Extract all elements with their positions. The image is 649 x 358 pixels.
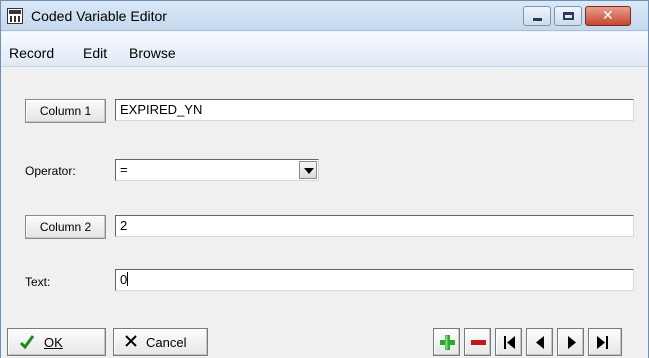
text-value: 0: [120, 272, 128, 287]
next-record-button[interactable]: [557, 328, 584, 356]
delete-record-button[interactable]: [464, 328, 491, 356]
previous-record-button[interactable]: [526, 328, 553, 356]
last-record-button[interactable]: [588, 328, 622, 356]
column2-button[interactable]: Column 2: [25, 215, 106, 239]
chevron-down-icon[interactable]: [299, 161, 317, 179]
ok-button[interactable]: OK: [7, 328, 106, 356]
maximize-button[interactable]: [554, 6, 582, 26]
title-bar[interactable]: Coded Variable Editor ✕: [1, 1, 648, 31]
text-cursor: [127, 272, 129, 286]
operator-value: =: [120, 162, 128, 177]
column1-button[interactable]: Column 1: [25, 99, 106, 123]
operator-label: Operator:: [25, 164, 76, 178]
add-record-button[interactable]: [433, 328, 460, 356]
text-label: Text:: [25, 275, 51, 289]
cancel-label: Cancel: [146, 335, 187, 350]
column2-field[interactable]: 2: [115, 215, 634, 237]
column1-field[interactable]: EXPIRED_YN: [115, 99, 634, 121]
editor-form: Column 1 EXPIRED_YN Operator: = Column 2…: [1, 68, 648, 322]
menu-edit[interactable]: Edit: [83, 45, 107, 61]
menu-browse[interactable]: Browse: [129, 45, 176, 61]
cancel-x-icon: [125, 335, 137, 347]
coded-variable-editor-window: Coded Variable Editor ✕ Record Edit Brow…: [0, 0, 649, 358]
ok-label: OK: [44, 335, 63, 350]
first-record-button[interactable]: [495, 328, 522, 356]
maximize-icon: [563, 12, 574, 20]
window-title: Coded Variable Editor: [31, 8, 167, 24]
cancel-button[interactable]: Cancel: [113, 328, 208, 356]
minimize-icon: [533, 18, 542, 21]
close-icon: ✕: [602, 8, 614, 24]
plus-icon: [440, 335, 455, 350]
first-record-icon: [504, 336, 515, 349]
previous-record-icon: [536, 336, 544, 349]
minus-icon: [471, 340, 486, 345]
next-record-icon: [568, 336, 576, 349]
app-icon: [7, 8, 23, 24]
operator-select[interactable]: =: [115, 159, 319, 181]
menu-record[interactable]: Record: [9, 45, 54, 61]
menu-bar: Record Edit Browse: [1, 32, 648, 67]
check-icon: [20, 335, 34, 350]
close-button[interactable]: ✕: [585, 6, 631, 26]
last-record-icon: [597, 336, 608, 349]
text-field[interactable]: 0: [115, 269, 634, 291]
bottom-toolbar: OK Cancel: [1, 322, 648, 358]
minimize-button[interactable]: [523, 6, 551, 26]
